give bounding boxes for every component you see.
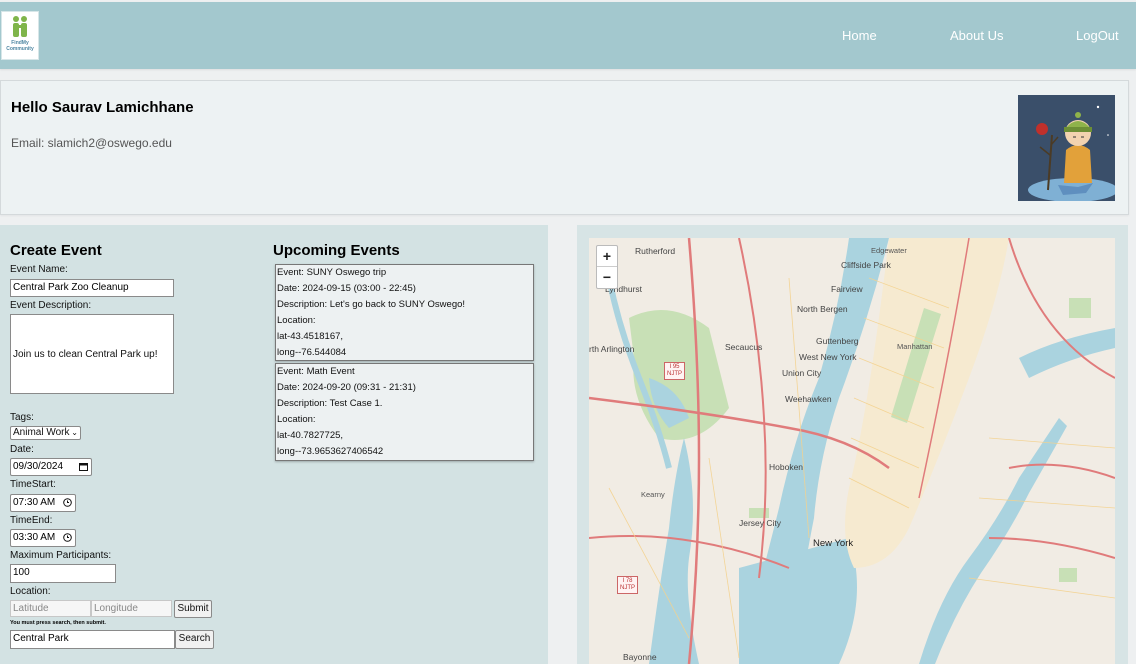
profile-greeting: Hello Saurav Lamichhane: [11, 99, 194, 116]
event-description-textarea[interactable]: Join us to clean Central Park up!: [10, 314, 174, 394]
event-location: Location:: [277, 414, 316, 425]
time-end-label: TimeEnd:: [10, 515, 53, 526]
date-value: 09/30/2024: [13, 461, 64, 472]
navbar: FindMy Community Home About Us LogOut: [0, 2, 1136, 69]
profile-card: Hello Saurav Lamichhane Email: slamich2@…: [0, 80, 1129, 215]
logo-text: FindMy Community: [6, 40, 34, 52]
event-name: Event: Math Event: [277, 366, 355, 377]
map-label-edgewater: Edgewater: [871, 246, 907, 255]
date-label: Date:: [10, 444, 34, 455]
time-end-value: 03:30 AM: [13, 532, 56, 543]
map-label-new-york: New York: [813, 538, 854, 549]
nav-about-link[interactable]: About Us: [950, 28, 1003, 43]
chevron-down-icon: ⌄: [71, 428, 78, 437]
calendar-icon: [79, 463, 88, 471]
create-event-title: Create Event: [10, 242, 102, 259]
clock-icon: [63, 533, 72, 542]
clock-icon: [63, 498, 72, 507]
date-input[interactable]: 09/30/2024: [10, 458, 92, 476]
map-label-guttenberg: Guttenberg: [816, 336, 859, 346]
map-label-fairview: Fairview: [831, 284, 863, 294]
map-label-manhattan: Manhattan: [897, 342, 933, 351]
event-location: Location:: [277, 315, 316, 326]
nav-logout-link[interactable]: LogOut: [1076, 28, 1119, 43]
map-zoom-control: + −: [596, 245, 618, 289]
avatar: [1018, 95, 1115, 201]
zoom-in-button[interactable]: +: [597, 246, 617, 266]
search-hint: You must press search, then submit.: [10, 620, 106, 626]
map[interactable]: Rutherford Edgewater Cliffside Park Lynd…: [589, 238, 1115, 664]
map-label-cliffside-park: Cliffside Park: [841, 260, 891, 270]
map-label-north-bergen: North Bergen: [797, 304, 848, 314]
location-search-input[interactable]: Central Park: [10, 630, 175, 649]
event-name-input[interactable]: Central Park Zoo Cleanup: [10, 279, 174, 297]
latitude-input[interactable]: Latitude: [10, 600, 91, 617]
location-label: Location:: [10, 586, 51, 597]
event-description-label: Event Description:: [10, 300, 92, 311]
event-lat: lat-43.4518167,: [277, 331, 344, 342]
event-card[interactable]: Event: SUNY Oswego trip Date: 2024-09-15…: [275, 264, 534, 361]
event-description-text: Join us to clean Central Park up!: [13, 348, 158, 360]
event-long: long--73.9653627406542: [277, 446, 384, 457]
event-description: Description: Test Case 1.: [277, 398, 383, 409]
map-label-kearny: Kearny: [641, 490, 665, 499]
highway-shield-i78: I 78 NJTP: [617, 576, 638, 594]
time-start-label: TimeStart:: [10, 479, 56, 490]
event-long: long--76.544084: [277, 347, 347, 358]
map-label-bayonne: Bayonne: [623, 652, 657, 662]
zoom-out-button[interactable]: −: [597, 266, 617, 287]
event-date: Date: 2024-09-15 (03:00 - 22:45): [277, 283, 416, 294]
event-card[interactable]: Event: Math Event Date: 2024-09-20 (09:3…: [275, 363, 534, 461]
people-icon: [13, 16, 27, 37]
time-start-input[interactable]: 07:30 AM: [10, 494, 76, 512]
event-name-label: Event Name:: [10, 264, 68, 275]
search-button[interactable]: Search: [175, 630, 214, 649]
map-label-union-city: Union City: [782, 368, 822, 378]
event-description: Description: Let's go back to SUNY Osweg…: [277, 299, 466, 310]
tags-label: Tags:: [10, 412, 34, 423]
map-label-north-arlington: rth Arlington: [589, 344, 635, 354]
tags-select[interactable]: Animal Work ⌄: [10, 426, 81, 440]
map-label-hoboken: Hoboken: [769, 462, 804, 472]
submit-button[interactable]: Submit: [174, 600, 212, 618]
event-name: Event: SUNY Oswego trip: [277, 267, 387, 278]
profile-email: Email: slamich2@oswego.edu: [11, 136, 172, 150]
map-label-rutherford: Rutherford: [635, 246, 676, 256]
tags-selected-value: Animal Work: [13, 427, 70, 438]
map-label-secaucus: Secaucus: [725, 342, 763, 352]
map-label-weehawken: Weehawken: [785, 394, 832, 404]
max-participants-label: Maximum Participants:: [10, 550, 112, 561]
time-start-value: 07:30 AM: [13, 497, 56, 508]
event-lat: lat-40.7827725,: [277, 430, 344, 441]
nav-home-link[interactable]: Home: [842, 28, 877, 43]
event-date: Date: 2024-09-20 (09:31 - 21:31): [277, 382, 416, 393]
map-label-jersey-city: Jersey City: [739, 518, 782, 528]
findmy-community-logo[interactable]: FindMy Community: [1, 11, 39, 60]
map-label-west-new-york: West New York: [799, 352, 857, 362]
map-tiles: [589, 238, 1115, 664]
longitude-input[interactable]: Longitude: [91, 600, 172, 617]
upcoming-events-title: Upcoming Events: [273, 242, 400, 259]
max-participants-input[interactable]: 100: [10, 564, 116, 583]
time-end-input[interactable]: 03:30 AM: [10, 529, 76, 547]
highway-shield-i95: I 95 NJTP: [664, 362, 685, 380]
